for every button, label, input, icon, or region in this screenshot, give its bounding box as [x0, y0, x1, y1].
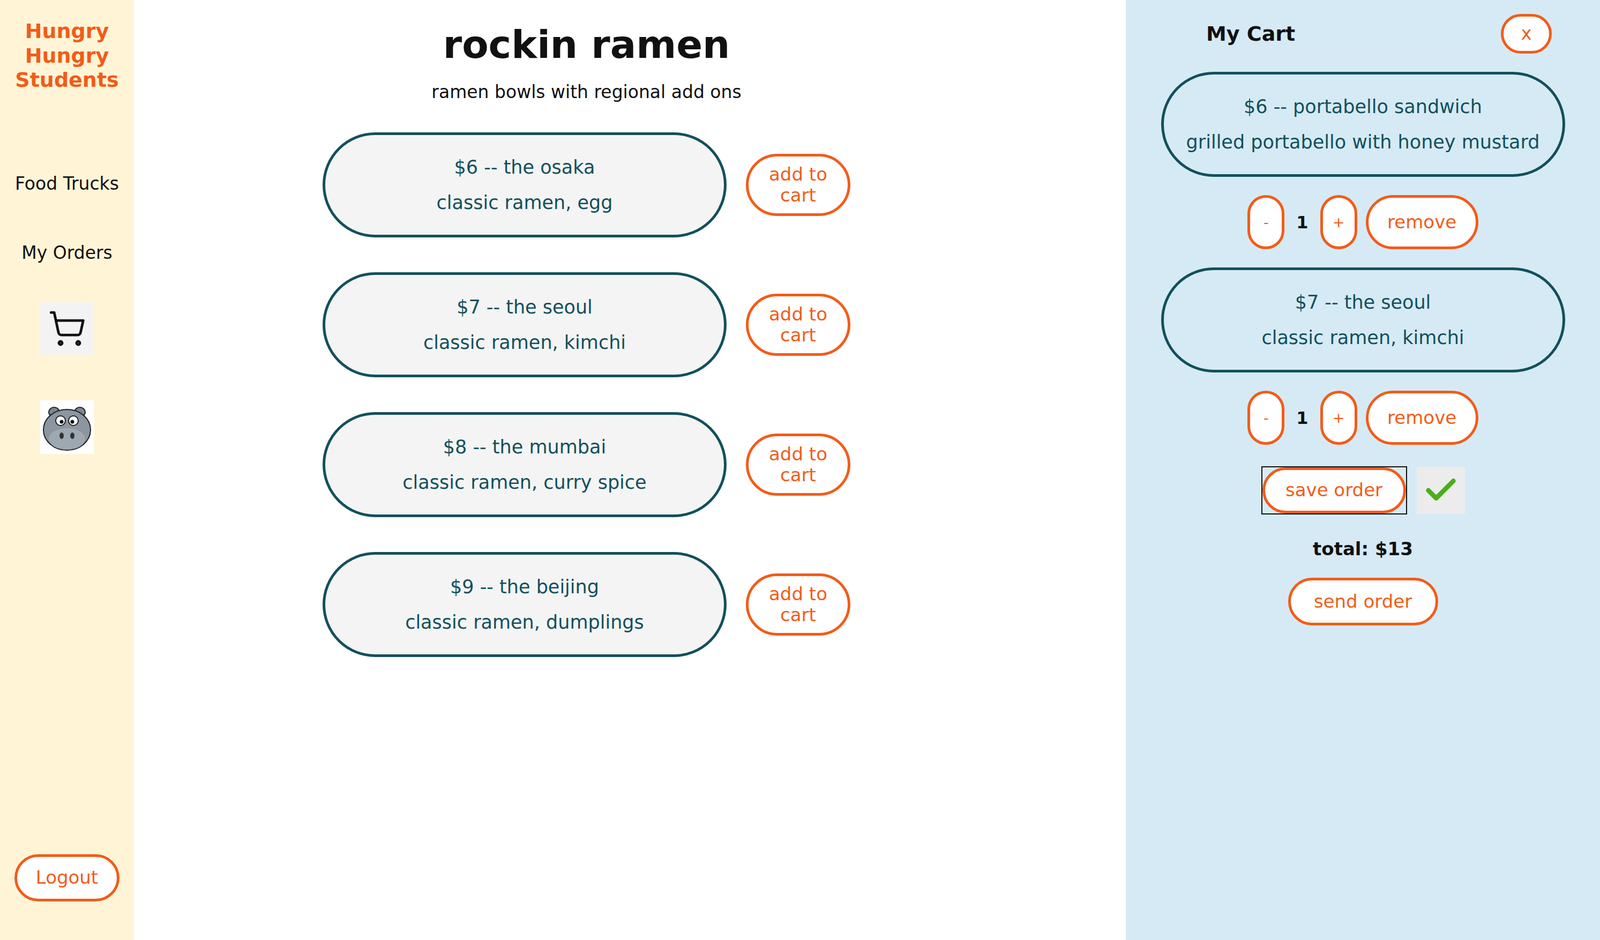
save-focus-frame: save order	[1261, 466, 1408, 515]
menu-item-card: $9 -- the beijing classic ramen, dumpling…	[322, 551, 727, 657]
add-to-cart-button[interactable]: add to cart	[745, 293, 851, 356]
cart-button[interactable]	[40, 302, 94, 355]
menu-list: $6 -- the osaka classic ramen, egg add to …	[322, 132, 851, 657]
menu-row: $9 -- the beijing classic ramen, dumpling…	[322, 551, 851, 657]
item-description: classic ramen, kimchi	[423, 331, 626, 354]
menu-area: rockin ramen ramen bowls with regional ad…	[133, 0, 1126, 940]
item-price: $6 -- portabello sandwich	[1243, 95, 1483, 118]
quantity: 1	[1292, 407, 1312, 429]
menu-row: $7 -- the seoul classic ramen, kimchi add …	[322, 272, 851, 378]
app-logo: Hungry Hungry Students	[3, 19, 131, 93]
add-to-cart-button[interactable]: add to cart	[745, 573, 851, 636]
sidebar-item[interactable]: My Orders	[21, 242, 112, 264]
menu-item-card: $7 -- the seoul classic ramen, kimchi	[322, 272, 727, 378]
send-order-button[interactable]: send order	[1288, 577, 1439, 626]
item-price: $8 -- the mumbai	[443, 436, 607, 458]
cart-header: My Cart x	[1147, 13, 1579, 54]
save-order-button[interactable]: save order	[1262, 467, 1407, 514]
remove-button[interactable]: remove	[1365, 195, 1479, 250]
item-description: classic ramen, egg	[436, 191, 613, 214]
menu-column: rockin ramen ramen bowls with regional ad…	[322, 21, 851, 657]
quantity: 1	[1292, 212, 1312, 233]
profile-button[interactable]	[40, 400, 94, 454]
cart-item-card: $6 -- portabello sandwich grilled portabe…	[1161, 71, 1566, 177]
item-price: $6 -- the osaka	[454, 156, 596, 178]
sidebar: Hungry Hungry Students Food Trucks My Orde…	[0, 0, 134, 940]
menu-row: $8 -- the mumbai classic ramen, curry spi…	[322, 412, 851, 518]
hippo-avatar-icon	[40, 400, 94, 454]
cart-panel: My Cart x $6 -- portabello sandwich grilled…	[1125, 0, 1600, 940]
menu-item-card: $8 -- the mumbai classic ramen, curry spi…	[322, 412, 727, 518]
item-description: classic ramen, dumplings	[405, 611, 645, 633]
item-price: $9 -- the beijing	[450, 576, 600, 598]
truck-description: ramen bowls with regional add ons	[431, 81, 742, 103]
item-description: classic ramen, kimchi	[1261, 326, 1464, 349]
cart-title: My Cart	[1206, 21, 1296, 46]
add-to-cart-button[interactable]: add to cart	[745, 433, 851, 496]
check-icon	[1422, 471, 1460, 510]
item-description: classic ramen, curry spice	[402, 471, 647, 493]
item-description: grilled portabello with honey mustard	[1186, 131, 1540, 153]
cart-icon	[47, 309, 87, 348]
truck-title: rockin ramen	[443, 21, 731, 68]
increment-button[interactable]: +	[1320, 390, 1358, 445]
quantity-controls: -1 +remove	[1247, 390, 1478, 445]
decrement-button[interactable]: -	[1247, 390, 1285, 445]
decrement-button[interactable]: -	[1247, 195, 1285, 250]
increment-button[interactable]: +	[1320, 195, 1358, 250]
saved-indicator	[1416, 466, 1465, 514]
item-price: $7 -- the seoul	[456, 296, 593, 318]
app-page: Hungry Hungry Students Food Trucks My Orde…	[0, 0, 1600, 940]
menu-item-card: $6 -- the osaka classic ramen, egg	[322, 132, 727, 238]
remove-button[interactable]: remove	[1365, 390, 1479, 445]
quantity-controls: -1 +remove	[1247, 195, 1478, 250]
save-row: save order	[1261, 466, 1465, 515]
logout-button[interactable]: Logout	[14, 854, 120, 902]
cart-item-card: $7 -- the seoul classic ramen, kimchi	[1161, 267, 1566, 373]
item-price: $7 -- the seoul	[1295, 291, 1432, 313]
add-to-cart-button[interactable]: add to cart	[745, 153, 851, 216]
menu-row: $6 -- the osaka classic ramen, egg add to …	[322, 132, 851, 238]
cart-total: total: $13	[1312, 537, 1413, 560]
sidebar-item[interactable]: Food Trucks	[15, 173, 119, 195]
close-button[interactable]: x	[1500, 13, 1552, 54]
